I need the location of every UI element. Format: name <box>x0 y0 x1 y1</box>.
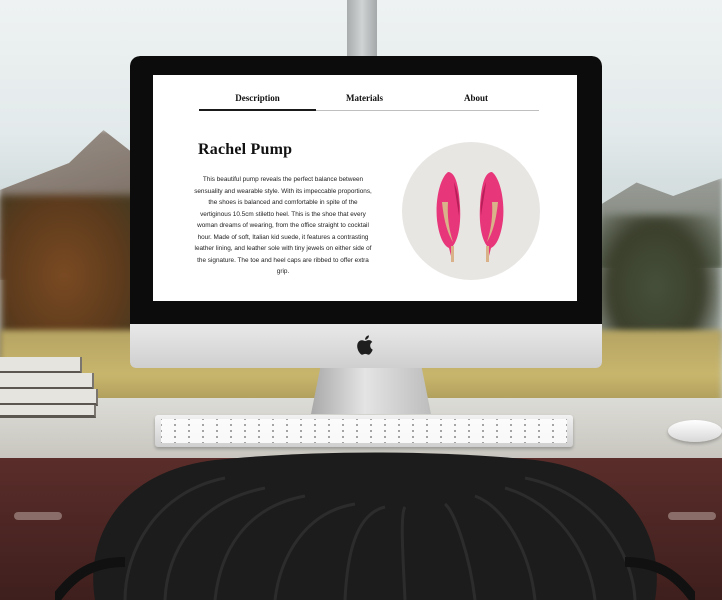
mouse[interactable] <box>668 420 722 442</box>
tab-description[interactable]: Description <box>199 93 316 109</box>
imac-monitor: Description Materials About Rachel Pump … <box>130 56 602 368</box>
office-chair <box>55 452 695 600</box>
tab-underline <box>316 109 539 111</box>
monitor-stand <box>311 366 431 414</box>
book <box>0 405 96 418</box>
monitor-chin <box>130 324 602 368</box>
monitor-bezel: Description Materials About Rachel Pump … <box>130 56 602 324</box>
screen: Description Materials About Rachel Pump … <box>153 75 577 301</box>
tab-about[interactable]: About <box>413 93 539 109</box>
tab-underline-active <box>199 109 316 111</box>
product-title: Rachel Pump <box>198 141 293 158</box>
keyboard[interactable] <box>155 415 573 447</box>
tab-materials[interactable]: Materials <box>316 93 413 109</box>
apple-logo-icon <box>356 334 376 356</box>
tab-bar: Description Materials About <box>199 93 539 111</box>
keyboard-keys[interactable] <box>161 419 567 443</box>
product-image[interactable] <box>402 142 540 280</box>
book <box>0 357 82 374</box>
window-frame <box>347 0 377 60</box>
book-stack <box>0 357 98 419</box>
product-description: This beautiful pump reveals the perfect … <box>194 176 372 275</box>
book <box>0 373 94 390</box>
book <box>0 389 98 406</box>
pink-stiletto-pumps-icon <box>436 172 504 262</box>
